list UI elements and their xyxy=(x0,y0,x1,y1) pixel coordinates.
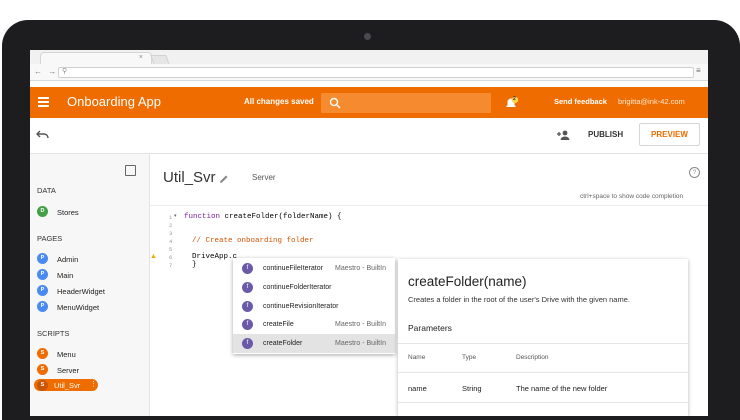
page-badge-icon: P xyxy=(37,285,48,296)
doc-description: Creates a folder in the root of the user… xyxy=(408,295,630,304)
search-icon: ⚲ xyxy=(62,68,68,75)
fold-arrow-icon[interactable]: ▾ xyxy=(174,213,177,219)
line-number: 2 xyxy=(169,222,173,229)
sidebar-item-label: HeaderWidget xyxy=(57,287,105,296)
param-description: The name of the new folder xyxy=(516,384,608,393)
sidebar-item-label: Main xyxy=(57,271,74,280)
sidebar-section-scripts: SCRIPTS xyxy=(37,329,70,338)
sidebar-item-headerwidget[interactable]: P HeaderWidget xyxy=(37,285,137,297)
doc-title: createFolder(name) xyxy=(408,274,527,289)
notification-count: 2 xyxy=(513,96,516,102)
tab-close-icon[interactable]: × xyxy=(139,54,143,61)
autocomplete-item[interactable]: f createFile Maestro - BuiltIn xyxy=(233,315,395,334)
page-badge-icon: P xyxy=(37,269,48,280)
sidebar-item-menu[interactable]: S Menu xyxy=(37,348,137,360)
code-line-1[interactable]: function createFolder(folderName) { xyxy=(184,213,342,221)
function-icon: f xyxy=(242,301,253,312)
autocomplete-dropdown: f continueFileIterator Maestro - BuiltIn… xyxy=(233,258,395,354)
hamburger-menu-icon[interactable] xyxy=(38,97,49,107)
line-number: 7 xyxy=(169,262,173,269)
script-badge-icon: S xyxy=(37,348,48,359)
sidebar-item-label: Admin xyxy=(57,255,79,264)
collapse-sidebar-icon[interactable] xyxy=(125,165,136,176)
sidebar-item-server[interactable]: S Server xyxy=(37,364,137,376)
file-type-label: Server xyxy=(252,173,276,182)
sidebar-item-label: Util_Svr xyxy=(54,381,81,390)
warning-icon: ▲ xyxy=(150,253,157,260)
script-badge-icon: S xyxy=(37,364,48,375)
notification-bell-icon[interactable]: 2 xyxy=(504,96,519,109)
sidebar-item-main[interactable]: P Main xyxy=(37,269,137,281)
add-person-icon[interactable] xyxy=(556,130,570,140)
doc-divider xyxy=(398,402,688,403)
sidebar-item-stores[interactable]: D Stores xyxy=(37,206,137,218)
line-number: 1 xyxy=(169,214,173,221)
page-badge-icon: P xyxy=(37,253,48,264)
bell-icon xyxy=(506,96,519,107)
function-icon: f xyxy=(242,338,253,349)
sidebar-item-admin[interactable]: P Admin xyxy=(37,253,137,265)
param-type: String xyxy=(462,384,482,393)
param-name: name xyxy=(408,384,427,393)
param-col-name: Name xyxy=(408,354,426,361)
sidebar-section-data: DATA xyxy=(37,186,56,195)
line-number: 5 xyxy=(169,246,173,253)
function-icon: f xyxy=(242,319,253,330)
camera-dot xyxy=(364,33,371,40)
undo-icon[interactable] xyxy=(36,130,49,140)
search-input[interactable] xyxy=(321,93,491,113)
data-badge-icon: D xyxy=(37,206,48,217)
search-icon xyxy=(329,97,341,109)
sidebar-item-label: Server xyxy=(57,366,80,375)
sidebar-item-menuwidget[interactable]: P MenuWidget xyxy=(37,301,137,313)
app-title: Onboarding App xyxy=(67,94,161,109)
help-icon[interactable]: ? xyxy=(689,167,700,178)
address-bar[interactable]: ⚲ xyxy=(58,67,694,78)
file-name: Util_Svr xyxy=(163,169,216,186)
function-icon: f xyxy=(242,263,253,274)
line-number: 3 xyxy=(169,230,173,237)
sidebar-item-label: Stores xyxy=(57,208,79,217)
code-completion-hint: ctrl+space to show code completion xyxy=(580,193,684,200)
page-badge-icon: P xyxy=(37,301,48,312)
sidebar-item-util-svr[interactable]: S Util_Svr ⋮ xyxy=(34,379,98,391)
code-line-7[interactable]: } xyxy=(192,261,197,269)
user-email[interactable]: brigitta@ink-42.com xyxy=(618,97,685,106)
autocomplete-item-selected[interactable]: f createFolder Maestro - BuiltIn xyxy=(233,334,395,353)
more-options-icon[interactable]: ⋮ xyxy=(90,380,97,388)
send-feedback-link[interactable]: Send feedback xyxy=(554,97,607,106)
autocomplete-item[interactable]: f continueRevisionIterator xyxy=(233,297,395,316)
script-badge-icon: S xyxy=(37,379,48,391)
edit-pencil-icon[interactable] xyxy=(219,174,229,184)
code-line-4[interactable]: // Create onboarding folder xyxy=(192,237,314,245)
function-icon: f xyxy=(242,282,253,293)
param-col-description: Description xyxy=(516,354,549,361)
code-line-6[interactable]: DriveApp.c xyxy=(192,253,237,261)
autocomplete-item[interactable]: f continueFolderIterator xyxy=(233,278,395,297)
browser-menu-icon[interactable]: ≡ xyxy=(696,66,701,75)
save-status: All changes saved xyxy=(244,97,314,106)
param-col-type: Type xyxy=(462,354,477,361)
line-number: 4 xyxy=(169,238,173,245)
publish-button[interactable]: PUBLISH xyxy=(588,130,623,139)
doc-parameters-heading: Parameters xyxy=(408,323,452,333)
sidebar-item-label: Menu xyxy=(57,350,76,359)
line-number: 6 xyxy=(169,254,173,261)
sidebar-item-label: MenuWidget xyxy=(57,303,100,312)
doc-divider xyxy=(398,372,688,373)
sidebar-section-pages: PAGES xyxy=(37,234,63,243)
doc-divider xyxy=(398,343,688,344)
editor-divider xyxy=(150,205,708,206)
screen: × ← → C ⚲ ≡ Onboarding App All changes s… xyxy=(30,50,708,416)
autocomplete-item[interactable]: f continueFileIterator Maestro - BuiltIn xyxy=(233,259,395,278)
preview-button[interactable]: PREVIEW xyxy=(639,123,700,146)
